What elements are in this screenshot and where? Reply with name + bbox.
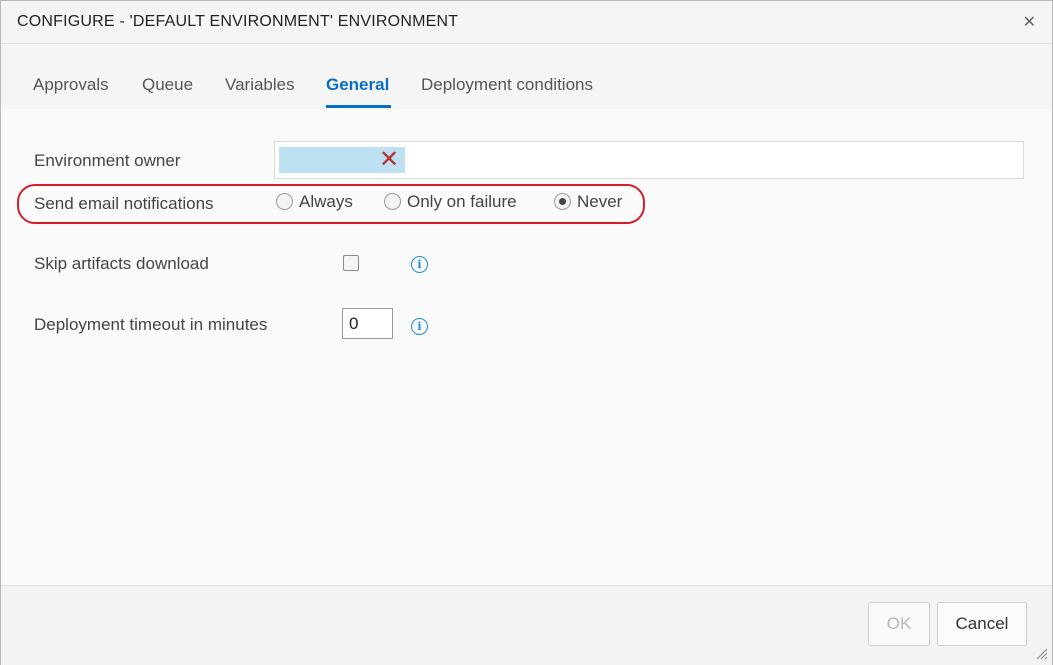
tab-queue[interactable]: Queue bbox=[142, 75, 193, 95]
active-tab-indicator bbox=[326, 105, 391, 108]
configure-dialog: CONFIGURE - 'DEFAULT ENVIRONMENT' ENVIRO… bbox=[0, 0, 1053, 665]
resize-grip-icon[interactable] bbox=[1034, 646, 1048, 660]
remove-owner-icon[interactable]: ✕ bbox=[379, 148, 399, 172]
send-email-notifications-label: Send email notifications bbox=[34, 194, 214, 213]
radio-never-label[interactable]: Never bbox=[577, 192, 622, 212]
radio-only-on-failure-label[interactable]: Only on failure bbox=[407, 192, 517, 212]
radio-never[interactable] bbox=[554, 193, 571, 210]
environment-owner-label: Environment owner bbox=[34, 151, 181, 170]
tab-approvals[interactable]: Approvals bbox=[33, 75, 109, 95]
skip-artifacts-download-label: Skip artifacts download bbox=[34, 254, 209, 273]
deployment-timeout-label: Deployment timeout in minutes bbox=[34, 315, 268, 334]
radio-always[interactable] bbox=[276, 193, 293, 210]
radio-always-label[interactable]: Always bbox=[299, 192, 353, 212]
cancel-button[interactable]: Cancel bbox=[937, 602, 1027, 646]
ok-button[interactable]: OK bbox=[868, 602, 930, 646]
info-icon[interactable]: i bbox=[411, 256, 428, 273]
dialog-titlebar: CONFIGURE - 'DEFAULT ENVIRONMENT' ENVIRO… bbox=[1, 1, 1052, 44]
owner-identity-chip: ✕ bbox=[279, 147, 405, 173]
dialog-footer: OK Cancel bbox=[1, 585, 1052, 665]
close-icon[interactable]: ✕ bbox=[1023, 12, 1036, 32]
tab-general[interactable]: General bbox=[326, 75, 389, 95]
general-tab-content bbox=[1, 109, 1052, 586]
tab-deployment-conditions[interactable]: Deployment conditions bbox=[421, 75, 593, 95]
environment-owner-field[interactable]: ✕ bbox=[274, 141, 1024, 179]
radio-only-on-failure[interactable] bbox=[384, 193, 401, 210]
skip-artifacts-download-checkbox[interactable] bbox=[343, 255, 359, 271]
dialog-title: CONFIGURE - 'DEFAULT ENVIRONMENT' ENVIRO… bbox=[17, 13, 459, 30]
info-icon[interactable]: i bbox=[411, 318, 428, 335]
deployment-timeout-input[interactable] bbox=[342, 308, 393, 339]
tab-variables[interactable]: Variables bbox=[225, 75, 295, 95]
tab-bar: Approvals Queue Variables General Deploy… bbox=[1, 44, 1052, 109]
